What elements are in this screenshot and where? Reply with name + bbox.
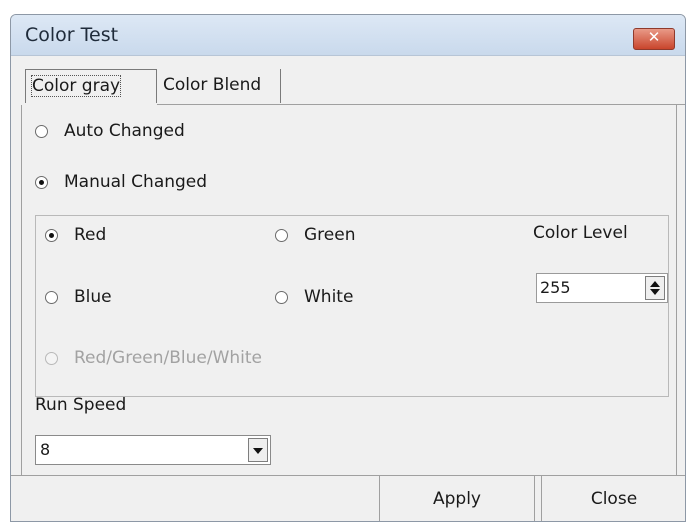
- radio-manual-changed-indicator: [35, 175, 48, 189]
- radio-auto-changed-indicator: [35, 124, 48, 138]
- radio-blue-label: Blue: [74, 287, 112, 307]
- radio-manual-changed-label: Manual Changed: [64, 172, 208, 192]
- run-speed-value: 8: [40, 440, 51, 459]
- tab-color-blend-label: Color Blend: [163, 75, 262, 95]
- color-test-dialog: Color Test ✕ Color gray Color Blend Auto…: [10, 14, 686, 522]
- radio-red-green-blue-white-indicator: [45, 351, 58, 365]
- radio-white-indicator: [275, 290, 288, 304]
- radio-manual-changed[interactable]: Manual Changed: [35, 172, 207, 192]
- radio-auto-changed[interactable]: Auto Changed: [35, 121, 185, 141]
- radio-red-green-blue-white-label: Red/Green/Blue/White: [74, 348, 263, 368]
- window-close-button[interactable]: ✕: [633, 28, 675, 50]
- title-bar: Color Test ✕: [11, 15, 685, 56]
- radio-white[interactable]: White: [275, 287, 353, 307]
- chevron-down-icon[interactable]: [248, 438, 268, 462]
- close-icon: ✕: [647, 28, 661, 46]
- radio-green-label: Green: [304, 225, 356, 245]
- spin-down-icon[interactable]: [650, 289, 660, 295]
- radio-green[interactable]: Green: [275, 225, 355, 245]
- tab-color-blend[interactable]: Color Blend: [157, 69, 281, 103]
- color-level-label: Color Level: [533, 223, 628, 243]
- run-speed-label: Run Speed: [35, 395, 127, 415]
- radio-white-label: White: [304, 287, 354, 307]
- tab-color-gray-label: Color gray: [30, 75, 122, 97]
- window-title: Color Test: [25, 24, 119, 46]
- color-level-value: 255: [540, 278, 571, 297]
- apply-button[interactable]: Apply: [379, 476, 535, 521]
- radio-red-label: Red: [74, 225, 107, 245]
- radio-blue-indicator: [45, 290, 58, 304]
- spinner-buttons[interactable]: [645, 276, 665, 300]
- button-bar: Apply Close: [11, 475, 685, 521]
- radio-red-green-blue-white: Red/Green/Blue/White: [45, 348, 262, 368]
- run-speed-select[interactable]: 8: [35, 435, 271, 465]
- tab-color-gray[interactable]: Color gray: [25, 69, 157, 103]
- color-level-spinner[interactable]: 255: [536, 273, 668, 303]
- radio-auto-changed-label: Auto Changed: [64, 121, 185, 141]
- spin-up-icon[interactable]: [650, 281, 660, 287]
- radio-red-indicator: [45, 228, 58, 242]
- radio-blue[interactable]: Blue: [45, 287, 112, 307]
- radio-red[interactable]: Red: [45, 225, 106, 245]
- radio-green-indicator: [275, 228, 288, 242]
- close-button[interactable]: Close: [541, 476, 685, 521]
